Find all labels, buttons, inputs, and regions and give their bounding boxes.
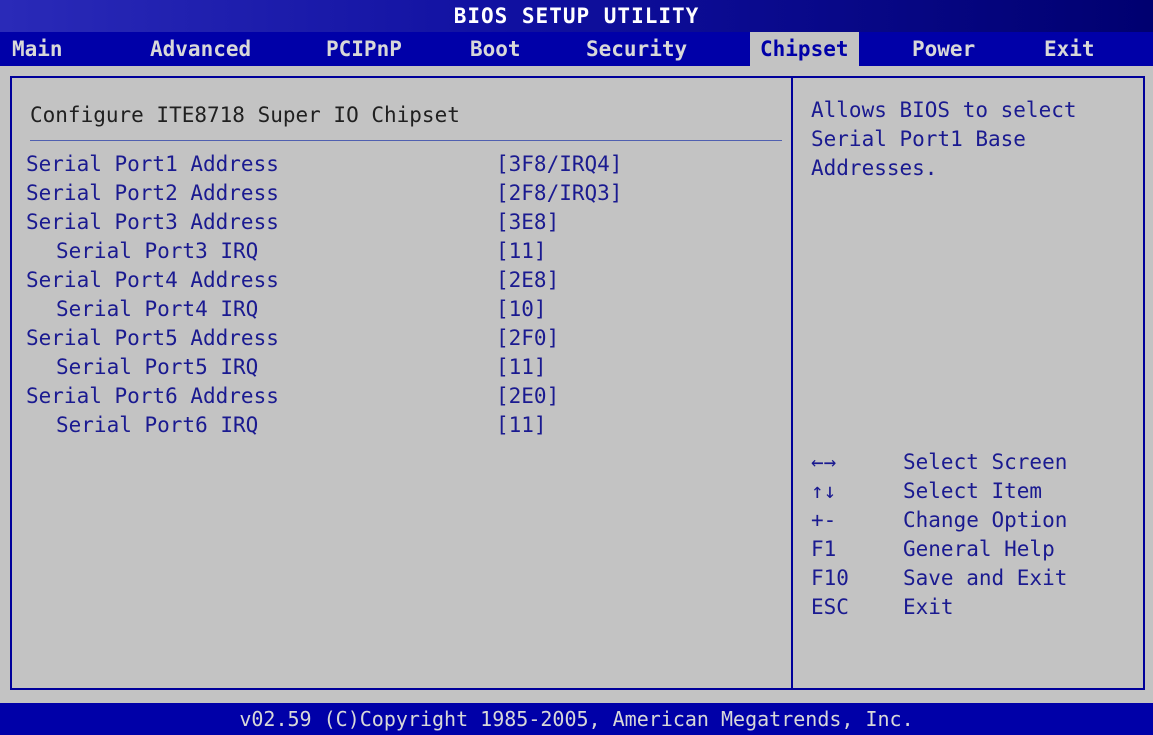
- setting-value[interactable]: [11]: [496, 411, 547, 440]
- help-line: Allows BIOS to select: [811, 98, 1077, 122]
- settings-panel: Configure ITE8718 Super IO Chipset Seria…: [10, 76, 793, 690]
- key-hint-desc: Select Screen: [903, 450, 1068, 474]
- setting-label: Serial Port5 IRQ: [56, 355, 259, 379]
- key-hint-desc: Exit: [903, 595, 954, 619]
- setting-row-serial-port4-irq[interactable]: Serial Port4 IRQ [10]: [12, 295, 792, 324]
- setting-row-serial-port6-irq[interactable]: Serial Port6 IRQ [11]: [12, 411, 792, 440]
- setting-row-serial-port4-address[interactable]: Serial Port4 Address [2E8]: [12, 266, 792, 295]
- help-description: Allows BIOS to select Serial Port1 Base …: [811, 96, 1141, 183]
- setting-row-serial-port3-address[interactable]: Serial Port3 Address [3E8]: [12, 208, 792, 237]
- setting-value[interactable]: [3F8/IRQ4]: [496, 150, 622, 179]
- key-hint-key: F10: [811, 566, 849, 590]
- setting-row-serial-port5-address[interactable]: Serial Port5 Address [2F0]: [12, 324, 792, 353]
- setting-value[interactable]: [2F8/IRQ3]: [496, 179, 622, 208]
- key-hint-general-help: F1 General Help: [811, 535, 1141, 564]
- key-hint-desc: Select Item: [903, 479, 1043, 503]
- menu-tab-boot[interactable]: Boot: [470, 32, 521, 66]
- setting-value[interactable]: [2E8]: [496, 266, 559, 295]
- key-hint-change-option: +- Change Option: [811, 506, 1141, 535]
- help-panel: Allows BIOS to select Serial Port1 Base …: [791, 76, 1145, 690]
- setting-value[interactable]: [10]: [496, 295, 547, 324]
- setting-value[interactable]: [11]: [496, 237, 547, 266]
- setting-label: Serial Port4 IRQ: [56, 297, 259, 321]
- up-down-arrow-icon: ↑↓: [811, 479, 837, 503]
- section-title: Configure ITE8718 Super IO Chipset: [30, 103, 460, 127]
- key-hint-key: +-: [811, 508, 837, 532]
- menu-tab-security[interactable]: Security: [586, 32, 687, 66]
- help-line: Serial Port1 Base: [811, 127, 1026, 151]
- setting-label: Serial Port1 Address: [26, 152, 279, 176]
- setting-row-serial-port6-address[interactable]: Serial Port6 Address [2E0]: [12, 382, 792, 411]
- key-hint-desc: General Help: [903, 537, 1055, 561]
- setting-value[interactable]: [11]: [496, 353, 547, 382]
- setting-row-serial-port3-irq[interactable]: Serial Port3 IRQ [11]: [12, 237, 792, 266]
- menu-bar: Main Advanced PCIPnP Boot Security Chips…: [0, 32, 1153, 66]
- key-hint-select-item: ↑↓ Select Item: [811, 477, 1141, 506]
- setting-label: Serial Port3 Address: [26, 210, 279, 234]
- key-hint-desc: Save and Exit: [903, 566, 1068, 590]
- setting-row-serial-port2-address[interactable]: Serial Port2 Address [2F8/IRQ3]: [12, 179, 792, 208]
- menu-tab-advanced[interactable]: Advanced: [150, 32, 251, 66]
- setting-label: Serial Port5 Address: [26, 326, 279, 350]
- menu-tab-chipset[interactable]: Chipset: [750, 32, 859, 66]
- key-hint-desc: Change Option: [903, 508, 1068, 532]
- section-divider: [30, 140, 782, 141]
- help-line: Addresses.: [811, 156, 938, 180]
- setting-label: Serial Port6 IRQ: [56, 413, 259, 437]
- key-hint-key: F1: [811, 537, 837, 561]
- setting-row-serial-port1-address[interactable]: Serial Port1 Address [3F8/IRQ4]: [12, 150, 792, 179]
- menu-tab-exit[interactable]: Exit: [1044, 32, 1095, 66]
- setting-row-serial-port5-irq[interactable]: Serial Port5 IRQ [11]: [12, 353, 792, 382]
- key-hint-select-screen: ←→ Select Screen: [811, 448, 1141, 477]
- setting-value[interactable]: [2E0]: [496, 382, 559, 411]
- setting-value[interactable]: [2F0]: [496, 324, 559, 353]
- left-right-arrow-icon: ←→: [811, 450, 837, 474]
- key-hint-save-and-exit: F10 Save and Exit: [811, 564, 1141, 593]
- setting-value[interactable]: [3E8]: [496, 208, 559, 237]
- setting-label: Serial Port6 Address: [26, 384, 279, 408]
- setting-label: Serial Port2 Address: [26, 181, 279, 205]
- key-hint-exit: ESC Exit: [811, 593, 1141, 622]
- key-hint-key: ESC: [811, 595, 849, 619]
- setting-label: Serial Port4 Address: [26, 268, 279, 292]
- menu-tab-main[interactable]: Main: [12, 32, 63, 66]
- menu-tab-power[interactable]: Power: [912, 32, 975, 66]
- copyright-footer: v02.59 (C)Copyright 1985-2005, American …: [0, 703, 1153, 735]
- window-title: BIOS SETUP UTILITY: [0, 0, 1153, 32]
- setting-label: Serial Port3 IRQ: [56, 239, 259, 263]
- menu-tab-pcipnp[interactable]: PCIPnP: [326, 32, 402, 66]
